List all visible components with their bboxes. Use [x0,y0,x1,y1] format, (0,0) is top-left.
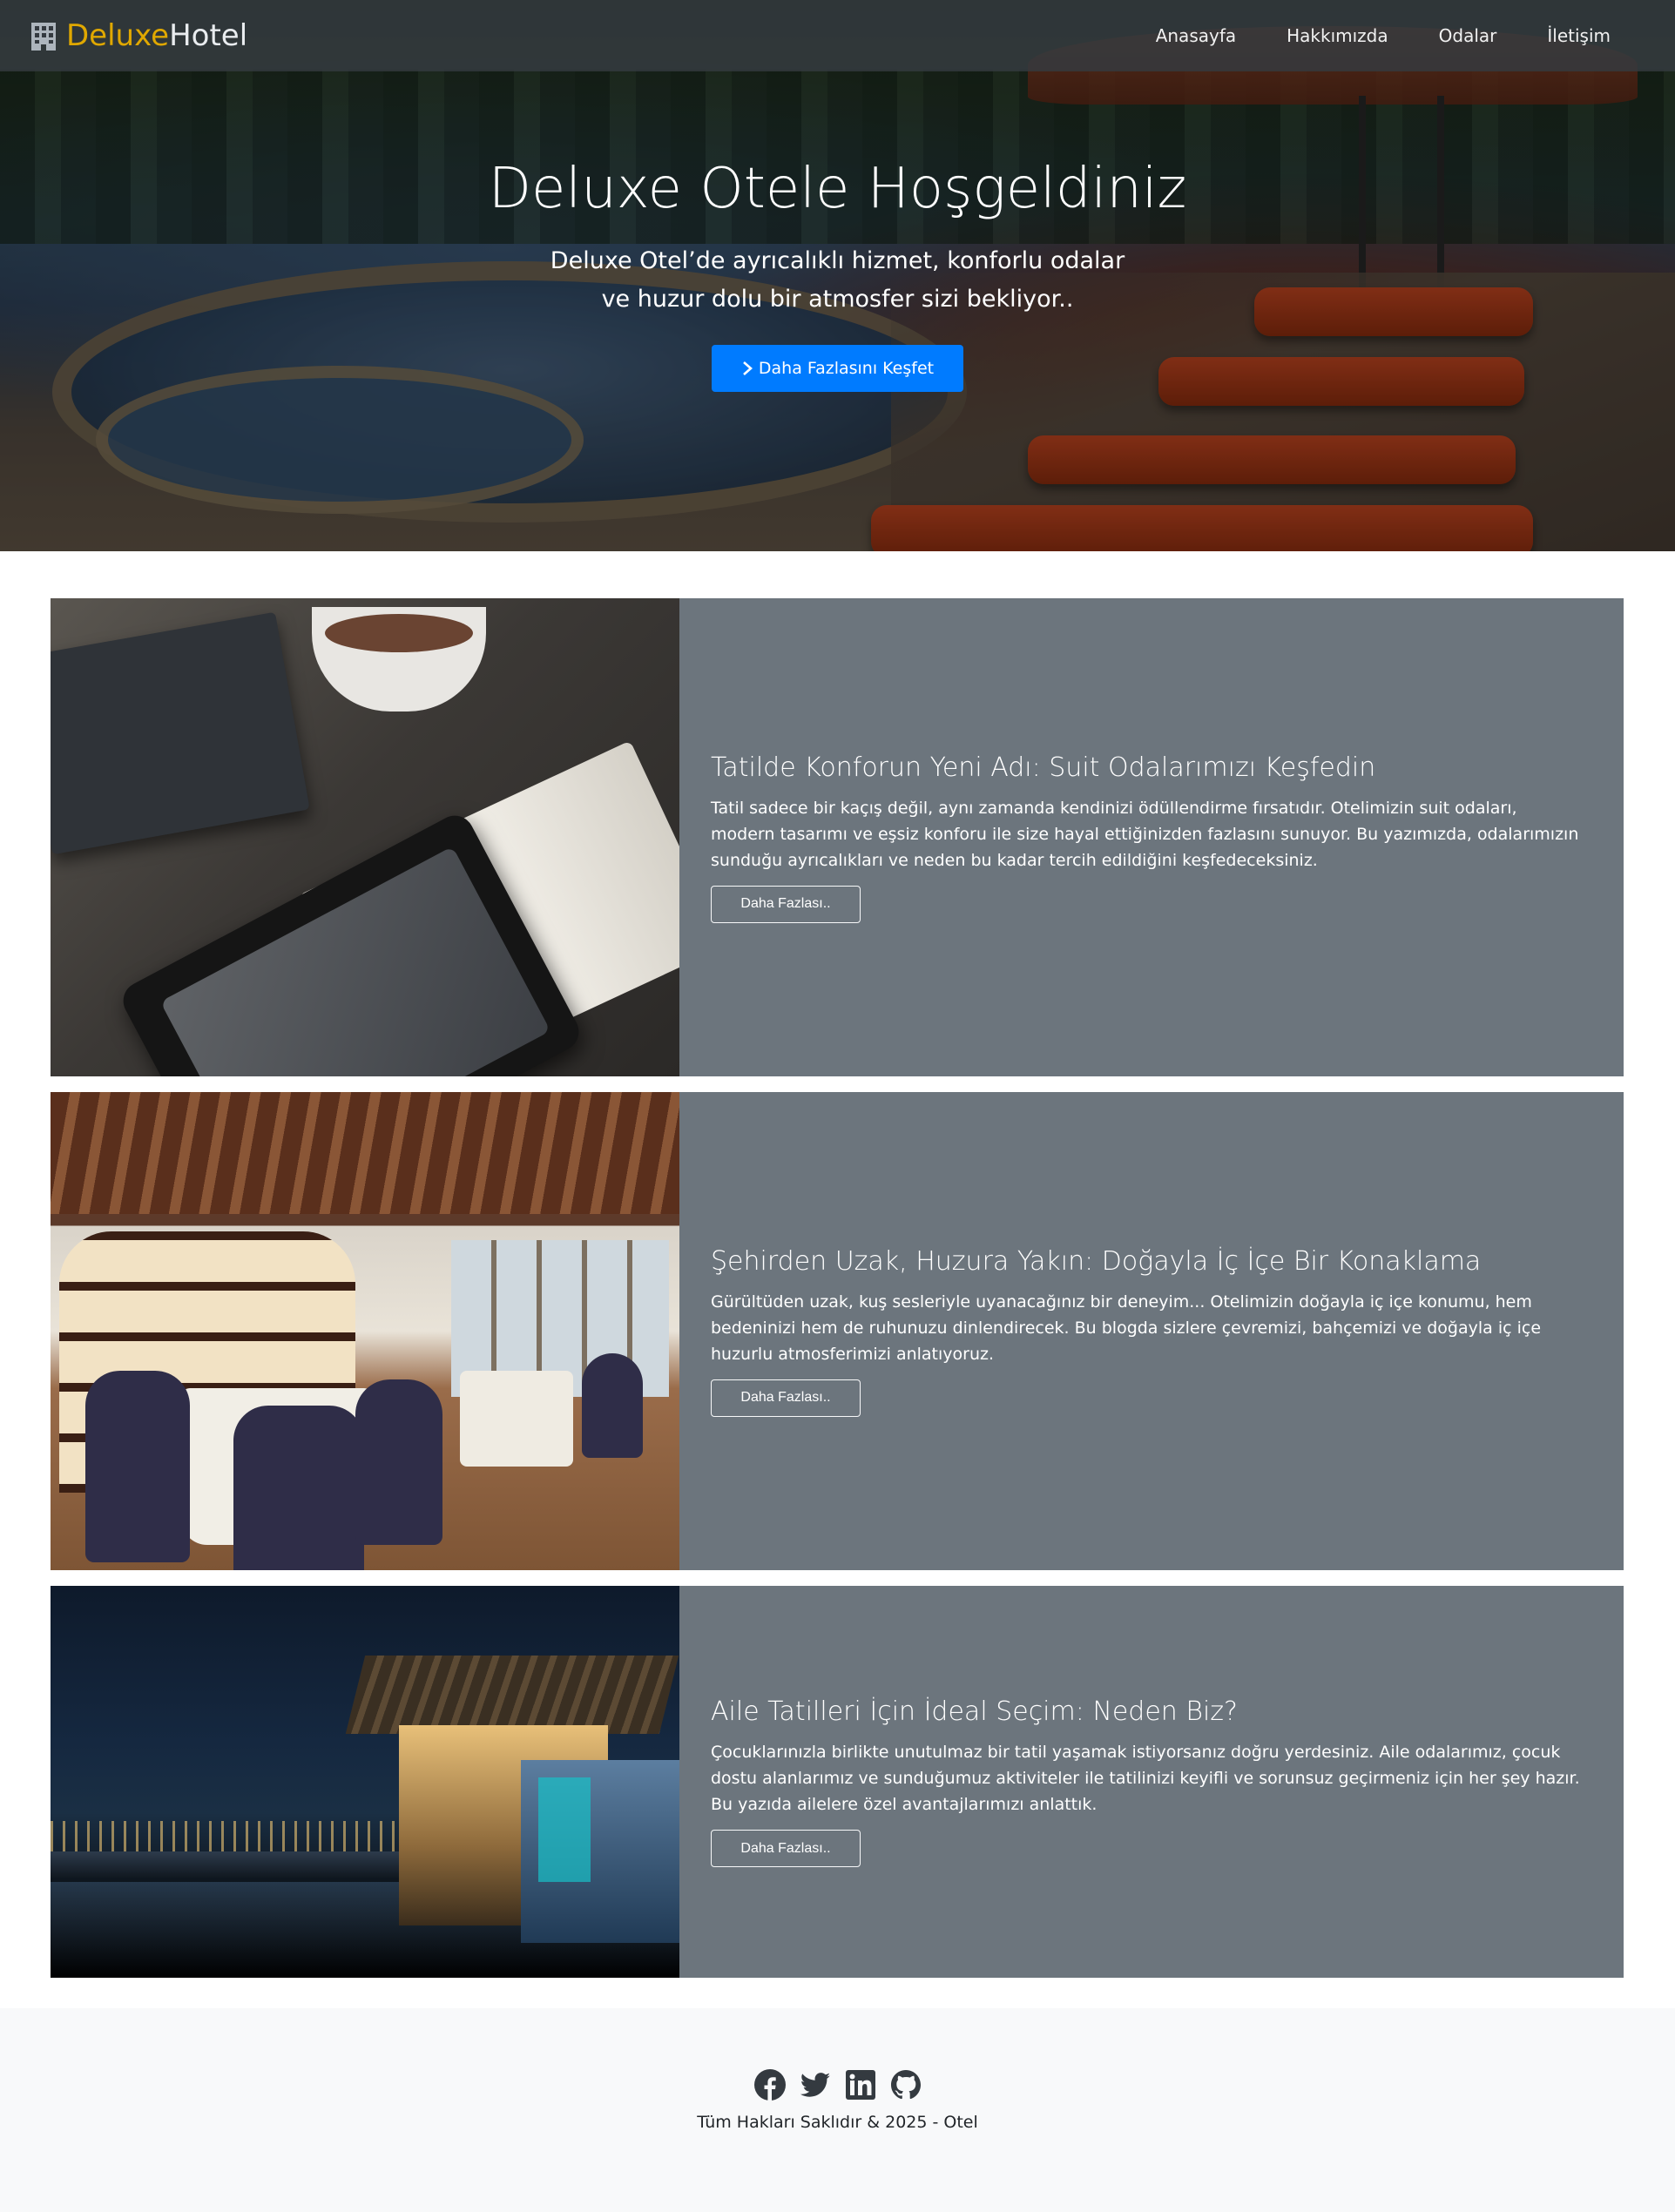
blog-card: Şehirden Uzak, Huzura Yakın: Doğayla İç … [51,1092,1624,1570]
explore-button[interactable]: Daha Fazlasını Keşfet [711,345,964,392]
card-body: Şehirden Uzak, Huzura Yakın: Doğayla İç … [679,1092,1624,1570]
card-title: Tatilde Konforun Yeni Adı: Suit Odalarım… [711,752,1376,783]
hero-title: Deluxe Otele Hoşgeldiniz [488,157,1187,221]
footer: Tüm Hakları Saklıdır & 2025 - Otel [0,2008,1675,2212]
nav-link-contact[interactable]: İletişim [1547,25,1611,46]
card-text: Çocuklarınızla birlikte unutulmaz bir ta… [711,1743,1580,1814]
explore-button-label: Daha Fazlasını Keşfet [758,359,935,378]
brand-logo[interactable]: Deluxe Hotel [30,18,247,53]
brand-name-part1: Deluxe [66,18,170,53]
brand-name-part2: Hotel [169,18,248,53]
linkedin-icon[interactable] [845,2069,876,2101]
read-more-button[interactable]: Daha Fazlası.. [711,885,861,923]
hero-section: Deluxe Otele Hoşgeldiniz Deluxe Otel’de … [0,0,1675,551]
read-more-button[interactable]: Daha Fazlası.. [711,1830,861,1867]
card-body: Aile Tatilleri İçin İdeal Seçim: Neden B… [679,1586,1624,1978]
card-image-restaurant [51,1092,679,1570]
facebook-icon[interactable] [753,2069,786,2101]
building-icon [31,23,56,51]
read-more-button[interactable]: Daha Fazlası.. [711,1379,861,1417]
blog-card: Aile Tatilleri İçin İdeal Seçim: Neden B… [51,1586,1624,1978]
card-text: Tatil sadece bir kaçış değil, aynı zaman… [711,798,1579,870]
card-image-night-resort [51,1586,679,1978]
hero-content: Deluxe Otele Hoşgeldiniz Deluxe Otel’de … [0,157,1675,392]
card-text: Gürültüden uzak, kuş sesleriyle uyanacağ… [711,1291,1542,1364]
nav-link-rooms[interactable]: Odalar [1439,25,1497,46]
nav-links: Anasayfa Hakkımızda Odalar İletişim [1156,25,1611,46]
chevron-right-icon [743,361,753,375]
social-links [0,2069,1675,2101]
card-image-suite [51,598,679,1076]
blog-card: Tatilde Konforun Yeni Adı: Suit Odalarım… [51,598,1624,1076]
card-body: Tatilde Konforun Yeni Adı: Suit Odalarım… [679,598,1624,1076]
navbar: Deluxe Hotel Anasayfa Hakkımızda Odalar İ… [0,0,1675,71]
card-title: Aile Tatilleri İçin İdeal Seçim: Neden B… [711,1696,1238,1727]
card-title: Şehirden Uzak, Huzura Yakın: Doğayla İç … [711,1245,1482,1277]
nav-link-about[interactable]: Hakkımızda [1287,25,1388,46]
github-icon[interactable] [890,2069,922,2101]
hero-subtitle: Deluxe Otel’de ayrıcalıklı hizmet, konfo… [550,247,1125,313]
nav-link-home[interactable]: Anasayfa [1156,25,1236,46]
copyright-text: Tüm Hakları Saklıdır & 2025 - Otel [697,2113,978,2132]
twitter-icon[interactable] [800,2069,831,2101]
